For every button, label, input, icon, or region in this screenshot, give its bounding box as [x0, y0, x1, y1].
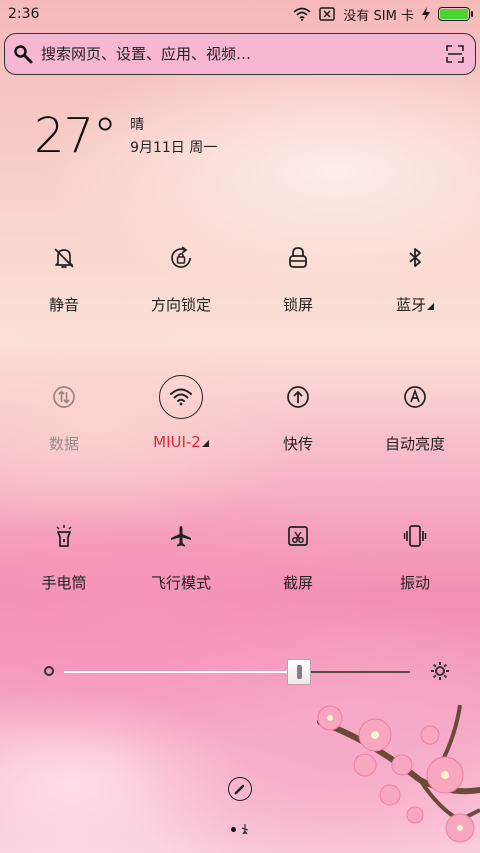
edit-toggles-button[interactable]	[228, 777, 252, 801]
toggle-label: 数据	[48, 435, 79, 453]
weather-info: 晴 9月11日 周一	[130, 116, 217, 158]
toggle-label: 蓝牙	[395, 296, 426, 314]
toggle-label: 静音	[48, 296, 79, 314]
page-dot-figure-icon	[241, 824, 249, 835]
toggle-label-wrap: 蓝牙	[396, 294, 434, 315]
toggle-label: 截屏	[282, 574, 313, 592]
vibrate-icon	[403, 525, 427, 547]
clock: 2:36	[8, 6, 40, 22]
weather-condition: 晴	[130, 117, 145, 133]
brightness-track-empty	[300, 671, 410, 673]
toggle-auto-brightness[interactable]: 自动亮度	[360, 375, 470, 475]
auto-brightness-icon	[404, 386, 426, 408]
scan-icon[interactable]	[445, 44, 465, 64]
toggle-label: 振动	[399, 574, 430, 592]
toggle-label: 方向锁定	[150, 296, 211, 314]
toggle-label: 快传	[282, 435, 313, 453]
date: 9月11日 周一	[130, 140, 218, 156]
rotation-lock-icon	[171, 246, 191, 268]
toggle-label-wrap: MIUI-2	[153, 433, 209, 451]
share-icon	[287, 386, 309, 408]
search-bar[interactable]	[4, 33, 476, 75]
toggle-wifi[interactable]: MIUI-2	[126, 375, 236, 475]
data-icon	[53, 386, 75, 408]
toggle-mobile-data[interactable]: 数据	[9, 375, 119, 475]
brightness-low-icon	[44, 666, 54, 676]
temperature: 27°	[34, 108, 117, 164]
brightness-slider[interactable]	[40, 656, 450, 686]
status-bar: 2:36 没有 SIM 卡	[0, 0, 480, 28]
wifi-icon	[170, 388, 192, 406]
battery-icon	[438, 7, 473, 21]
toggle-label: 手电筒	[41, 574, 87, 592]
battery-fill	[440, 9, 468, 19]
brightness-high-icon	[431, 662, 449, 680]
weather-widget[interactable]: 27° 晴 9月11日 周一	[34, 108, 217, 164]
toggle-quick-share[interactable]: 快传	[243, 375, 353, 475]
bluetooth-icon	[409, 248, 421, 267]
toggle-airplane-mode[interactable]: 飞行模式	[126, 514, 236, 614]
screenshot-icon	[288, 526, 308, 546]
toggle-label: 飞行模式	[150, 574, 211, 592]
toggle-label: 自动亮度	[384, 435, 445, 453]
toggle-label: MIUI-2	[153, 433, 201, 451]
lock-icon	[289, 247, 307, 268]
toggle-bluetooth[interactable]: 蓝牙	[360, 236, 470, 336]
page-indicator	[231, 823, 250, 835]
toggle-flashlight[interactable]: 手电筒	[9, 514, 119, 614]
wifi-icon	[293, 7, 312, 21]
toggle-label: 锁屏	[282, 296, 313, 314]
search-input[interactable]	[41, 45, 445, 63]
charging-icon	[422, 7, 430, 21]
cherry-blossom-decoration	[317, 704, 480, 843]
bell-off-icon	[54, 248, 74, 268]
flashlight-icon	[56, 525, 72, 547]
page-dot	[231, 826, 236, 832]
status-icons: 没有 SIM 卡	[293, 5, 473, 24]
brightness-track-filled	[64, 671, 289, 673]
pencil-icon	[234, 784, 245, 795]
toggle-lock-screen[interactable]: 锁屏	[243, 236, 353, 336]
toggle-silent[interactable]: 静音	[9, 236, 119, 336]
expand-corner-icon	[201, 440, 209, 447]
toggle-vibrate[interactable]: 振动	[360, 514, 470, 614]
airplane-icon	[171, 526, 191, 547]
toggle-screenshot[interactable]: 截屏	[243, 514, 353, 614]
no-sim-icon	[319, 7, 336, 21]
expand-corner-icon	[427, 303, 434, 310]
carrier-text: 没有 SIM 卡	[343, 8, 414, 24]
toggle-rotation-lock[interactable]: 方向锁定	[126, 236, 236, 336]
search-icon	[14, 45, 33, 64]
brightness-thumb[interactable]	[286, 659, 311, 685]
